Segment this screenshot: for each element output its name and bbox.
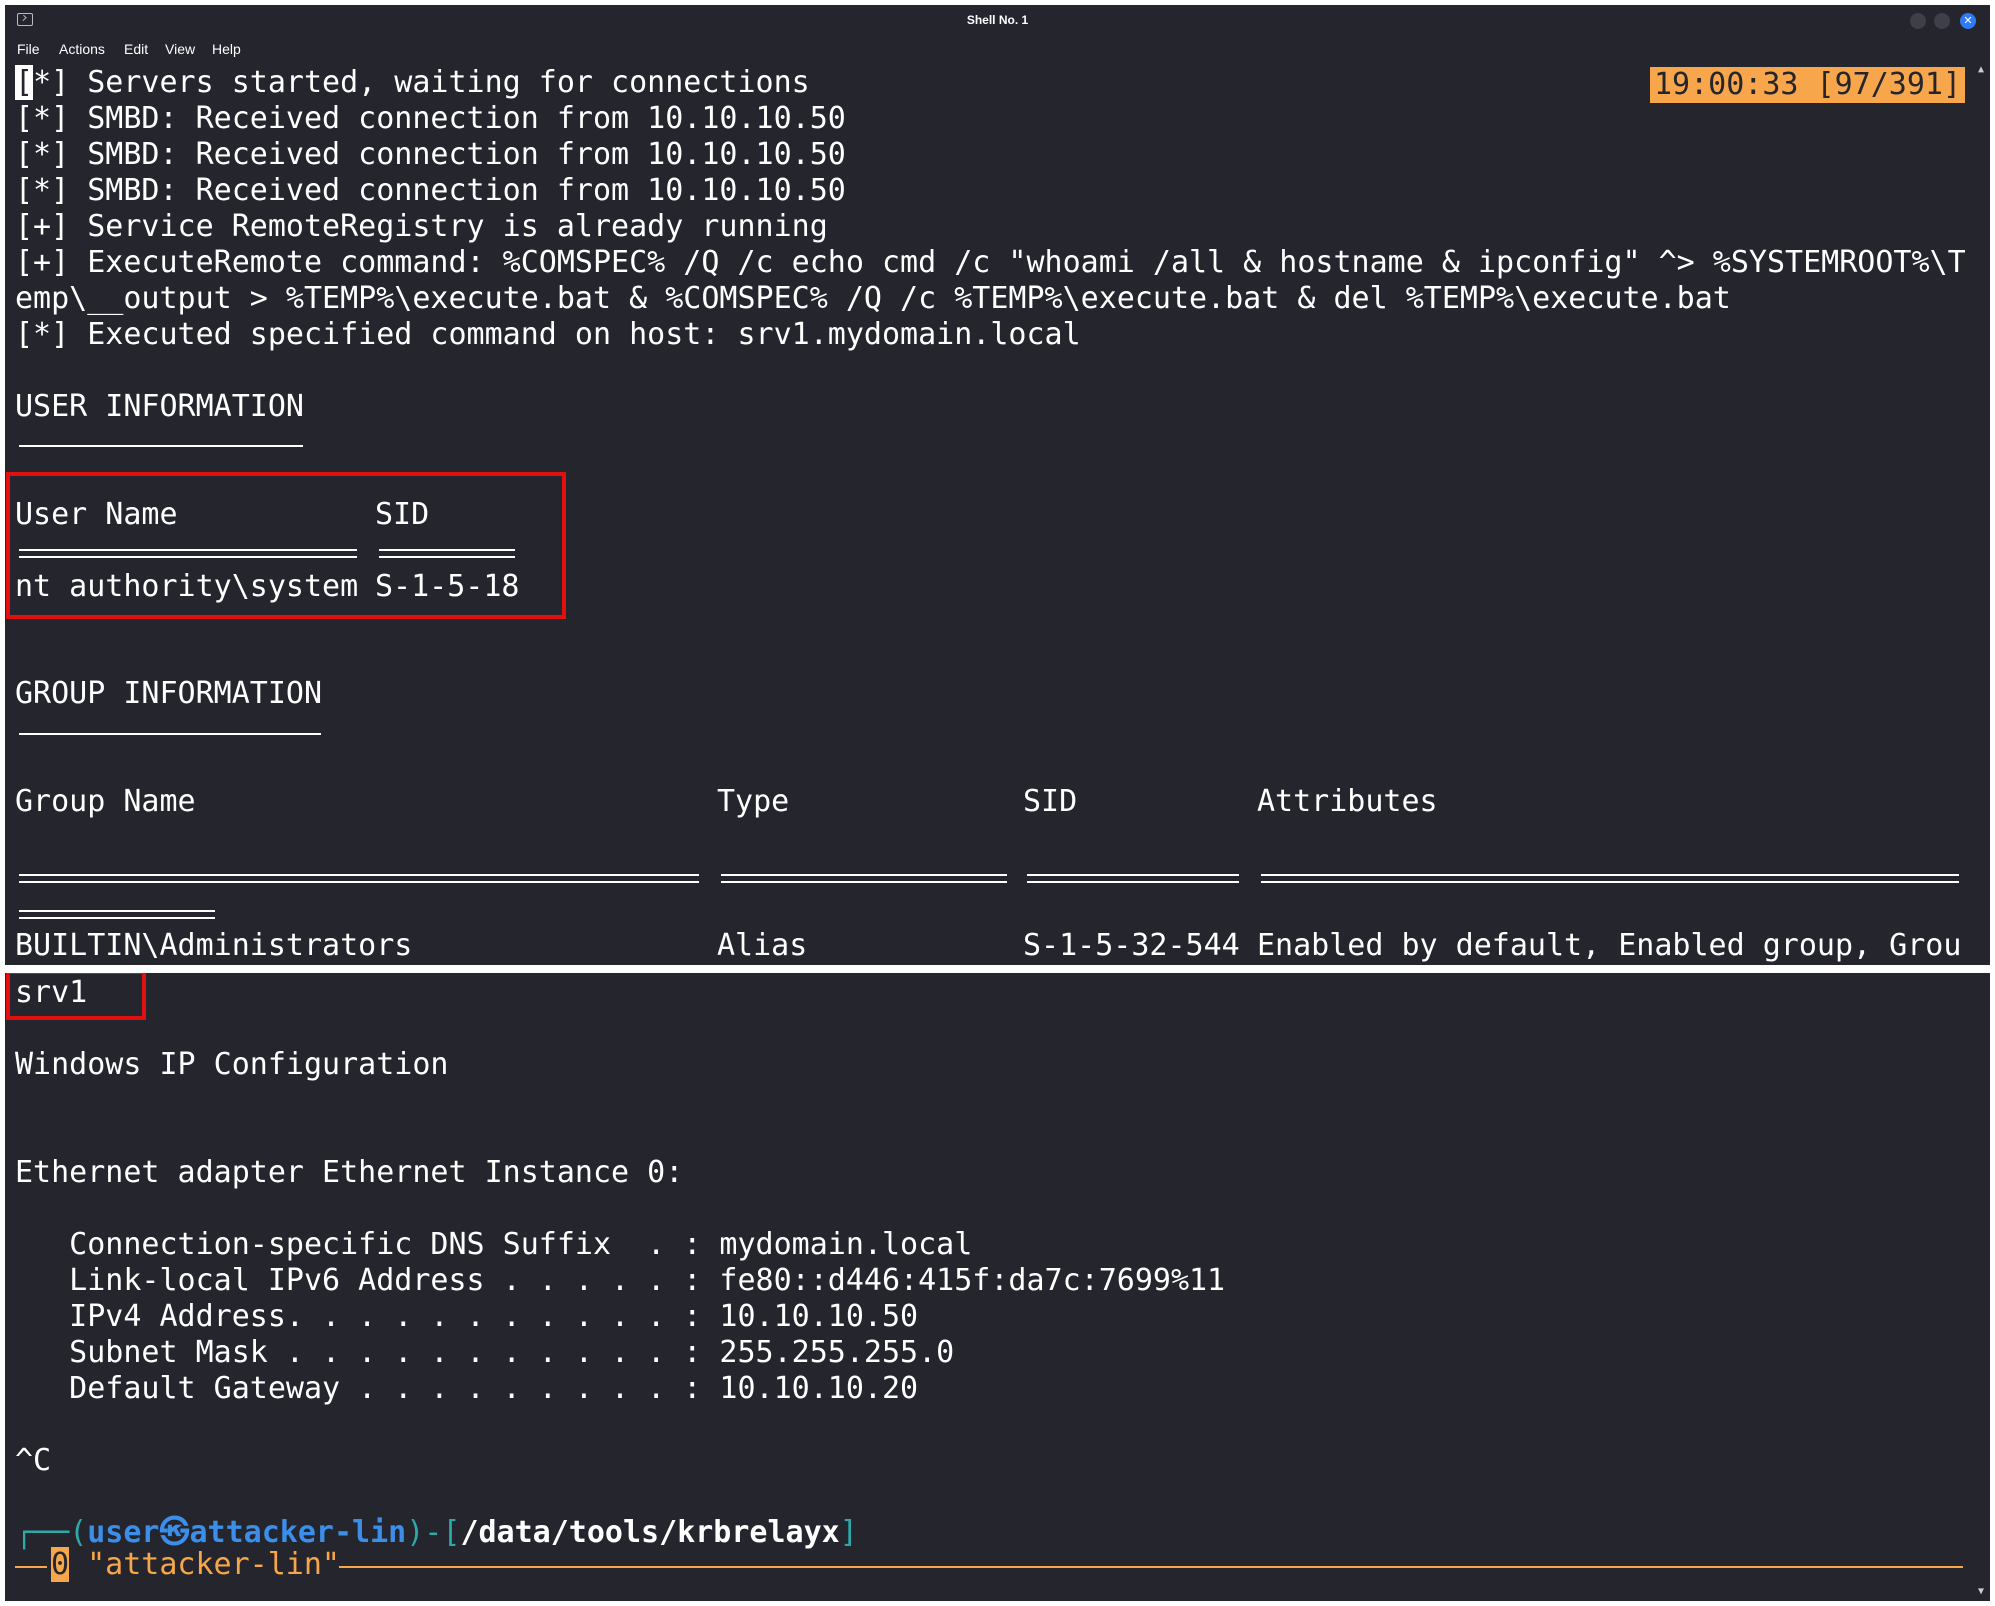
group-row-attributes: Enabled by default, Enabled group, Grou — [1257, 928, 1962, 963]
menu-edit[interactable]: Edit — [124, 41, 148, 57]
log-line: [*] SMBD: Received connection from 10.10… — [15, 101, 846, 136]
prompt-at-icon: ㉿ — [159, 1515, 190, 1550]
status-rule — [339, 1566, 1963, 1568]
session-name: "attacker-lin" — [69, 1547, 340, 1582]
top-terminal-pane[interactable]: 19:00:33 [97/391] [*] Servers started, w… — [5, 61, 1970, 965]
status-lead-rule — [15, 1566, 47, 1568]
terminal-window: Shell No. 1 ✕ File Actions Edit View Hel… — [5, 5, 1990, 1601]
prompt-open: ( — [69, 1515, 88, 1550]
ipconfig-entry: Connection-specific DNS Suffix . : mydom… — [15, 1227, 973, 1262]
log-line: [*] Executed specified command on host: … — [15, 317, 1081, 352]
shell-prompt: ┌──(user㉿attacker-lin)-[/data/tools/krbr… — [15, 1515, 858, 1551]
maximize-button[interactable] — [1934, 13, 1950, 29]
table-rule — [721, 874, 1007, 883]
ipconfig-entry: IPv4 Address. . . . . . . . . . . : 10.1… — [15, 1299, 919, 1334]
prompt-close: )-[ — [406, 1515, 461, 1550]
ipconfig-title: Windows IP Configuration — [15, 1047, 449, 1082]
prompt-user: user — [87, 1515, 160, 1550]
group-col-sid: SID — [1023, 784, 1078, 819]
window-title: Shell No. 1 — [966, 13, 1029, 27]
title-bar: Shell No. 1 ✕ — [5, 5, 1990, 35]
menu-file[interactable]: File — [17, 41, 40, 57]
table-rule — [1027, 874, 1239, 883]
menu-bar: File Actions Edit View Help — [5, 35, 1990, 61]
interrupt-output: ^C — [15, 1443, 52, 1478]
prompt-path: /data/tools/krbrelayx — [460, 1515, 840, 1550]
ipconfig-entry: Subnet Mask . . . . . . . . . . . : 255.… — [15, 1335, 955, 1370]
group-col-type: Type — [717, 784, 790, 819]
log-line: [*] SMBD: Received connection from 10.10… — [15, 173, 846, 208]
minimize-button[interactable] — [1910, 13, 1926, 29]
prompt-corner: ┌── — [15, 1515, 70, 1550]
bottom-terminal-pane[interactable]: srv1 Windows IP Configuration Ethernet a… — [5, 973, 1970, 1599]
annotation-box-user — [6, 472, 566, 619]
prompt-host: attacker-lin — [189, 1515, 407, 1550]
log-line: [+] Service RemoteRegistry is already ru… — [15, 209, 828, 244]
log-line: emp\__output > %TEMP%\execute.bat & %COM… — [15, 281, 1731, 316]
scroll-down-arrow-icon[interactable]: ▼ — [1976, 1587, 1986, 1597]
group-col-name: Group Name — [15, 784, 196, 819]
heading-underline — [19, 733, 321, 735]
group-row-type: Alias — [717, 928, 808, 963]
log-line: [*] Servers started, waiting for connect… — [15, 65, 810, 101]
prompt-end: ] — [839, 1515, 858, 1550]
menu-view[interactable]: View — [165, 41, 195, 57]
window-index[interactable]: 0 — [51, 1547, 70, 1582]
table-rule — [19, 874, 699, 883]
adapter-heading: Ethernet adapter Ethernet Instance 0: — [15, 1155, 684, 1190]
heading-underline — [19, 445, 303, 447]
ipconfig-entry: Link-local IPv6 Address . . . . . : fe80… — [15, 1263, 1226, 1298]
menu-actions[interactable]: Actions — [59, 41, 105, 57]
log-line: [+] ExecuteRemote command: %COMSPEC% /Q … — [15, 245, 1966, 280]
log-text: *] Servers started, waiting for connecti… — [33, 65, 810, 100]
tmux-clock: 19:00:33 [97/391] — [1650, 67, 1966, 103]
annotation-box-hostname — [6, 973, 146, 1020]
table-rule — [1261, 874, 1959, 883]
group-row-name: BUILTIN\Administrators — [15, 928, 413, 963]
group-row-sid: S-1-5-32-544 — [1023, 928, 1240, 963]
scroll-up-arrow-icon[interactable]: ▲ — [1976, 65, 1986, 75]
table-rule — [19, 910, 215, 919]
terminal-cursor: [ — [15, 65, 34, 100]
pane-divider[interactable] — [5, 965, 1990, 973]
log-line: [*] SMBD: Received connection from 10.10… — [15, 137, 846, 172]
ipconfig-entry: Default Gateway . . . . . . . . . : 10.1… — [15, 1371, 919, 1406]
close-button[interactable]: ✕ — [1960, 13, 1976, 29]
group-info-heading: GROUP INFORMATION — [15, 676, 323, 711]
menu-help[interactable]: Help — [212, 41, 241, 57]
group-col-attributes: Attributes — [1257, 784, 1438, 819]
tmux-status-line: 0 "attacker-lin" — [51, 1547, 340, 1583]
user-info-heading: USER INFORMATION — [15, 389, 304, 424]
